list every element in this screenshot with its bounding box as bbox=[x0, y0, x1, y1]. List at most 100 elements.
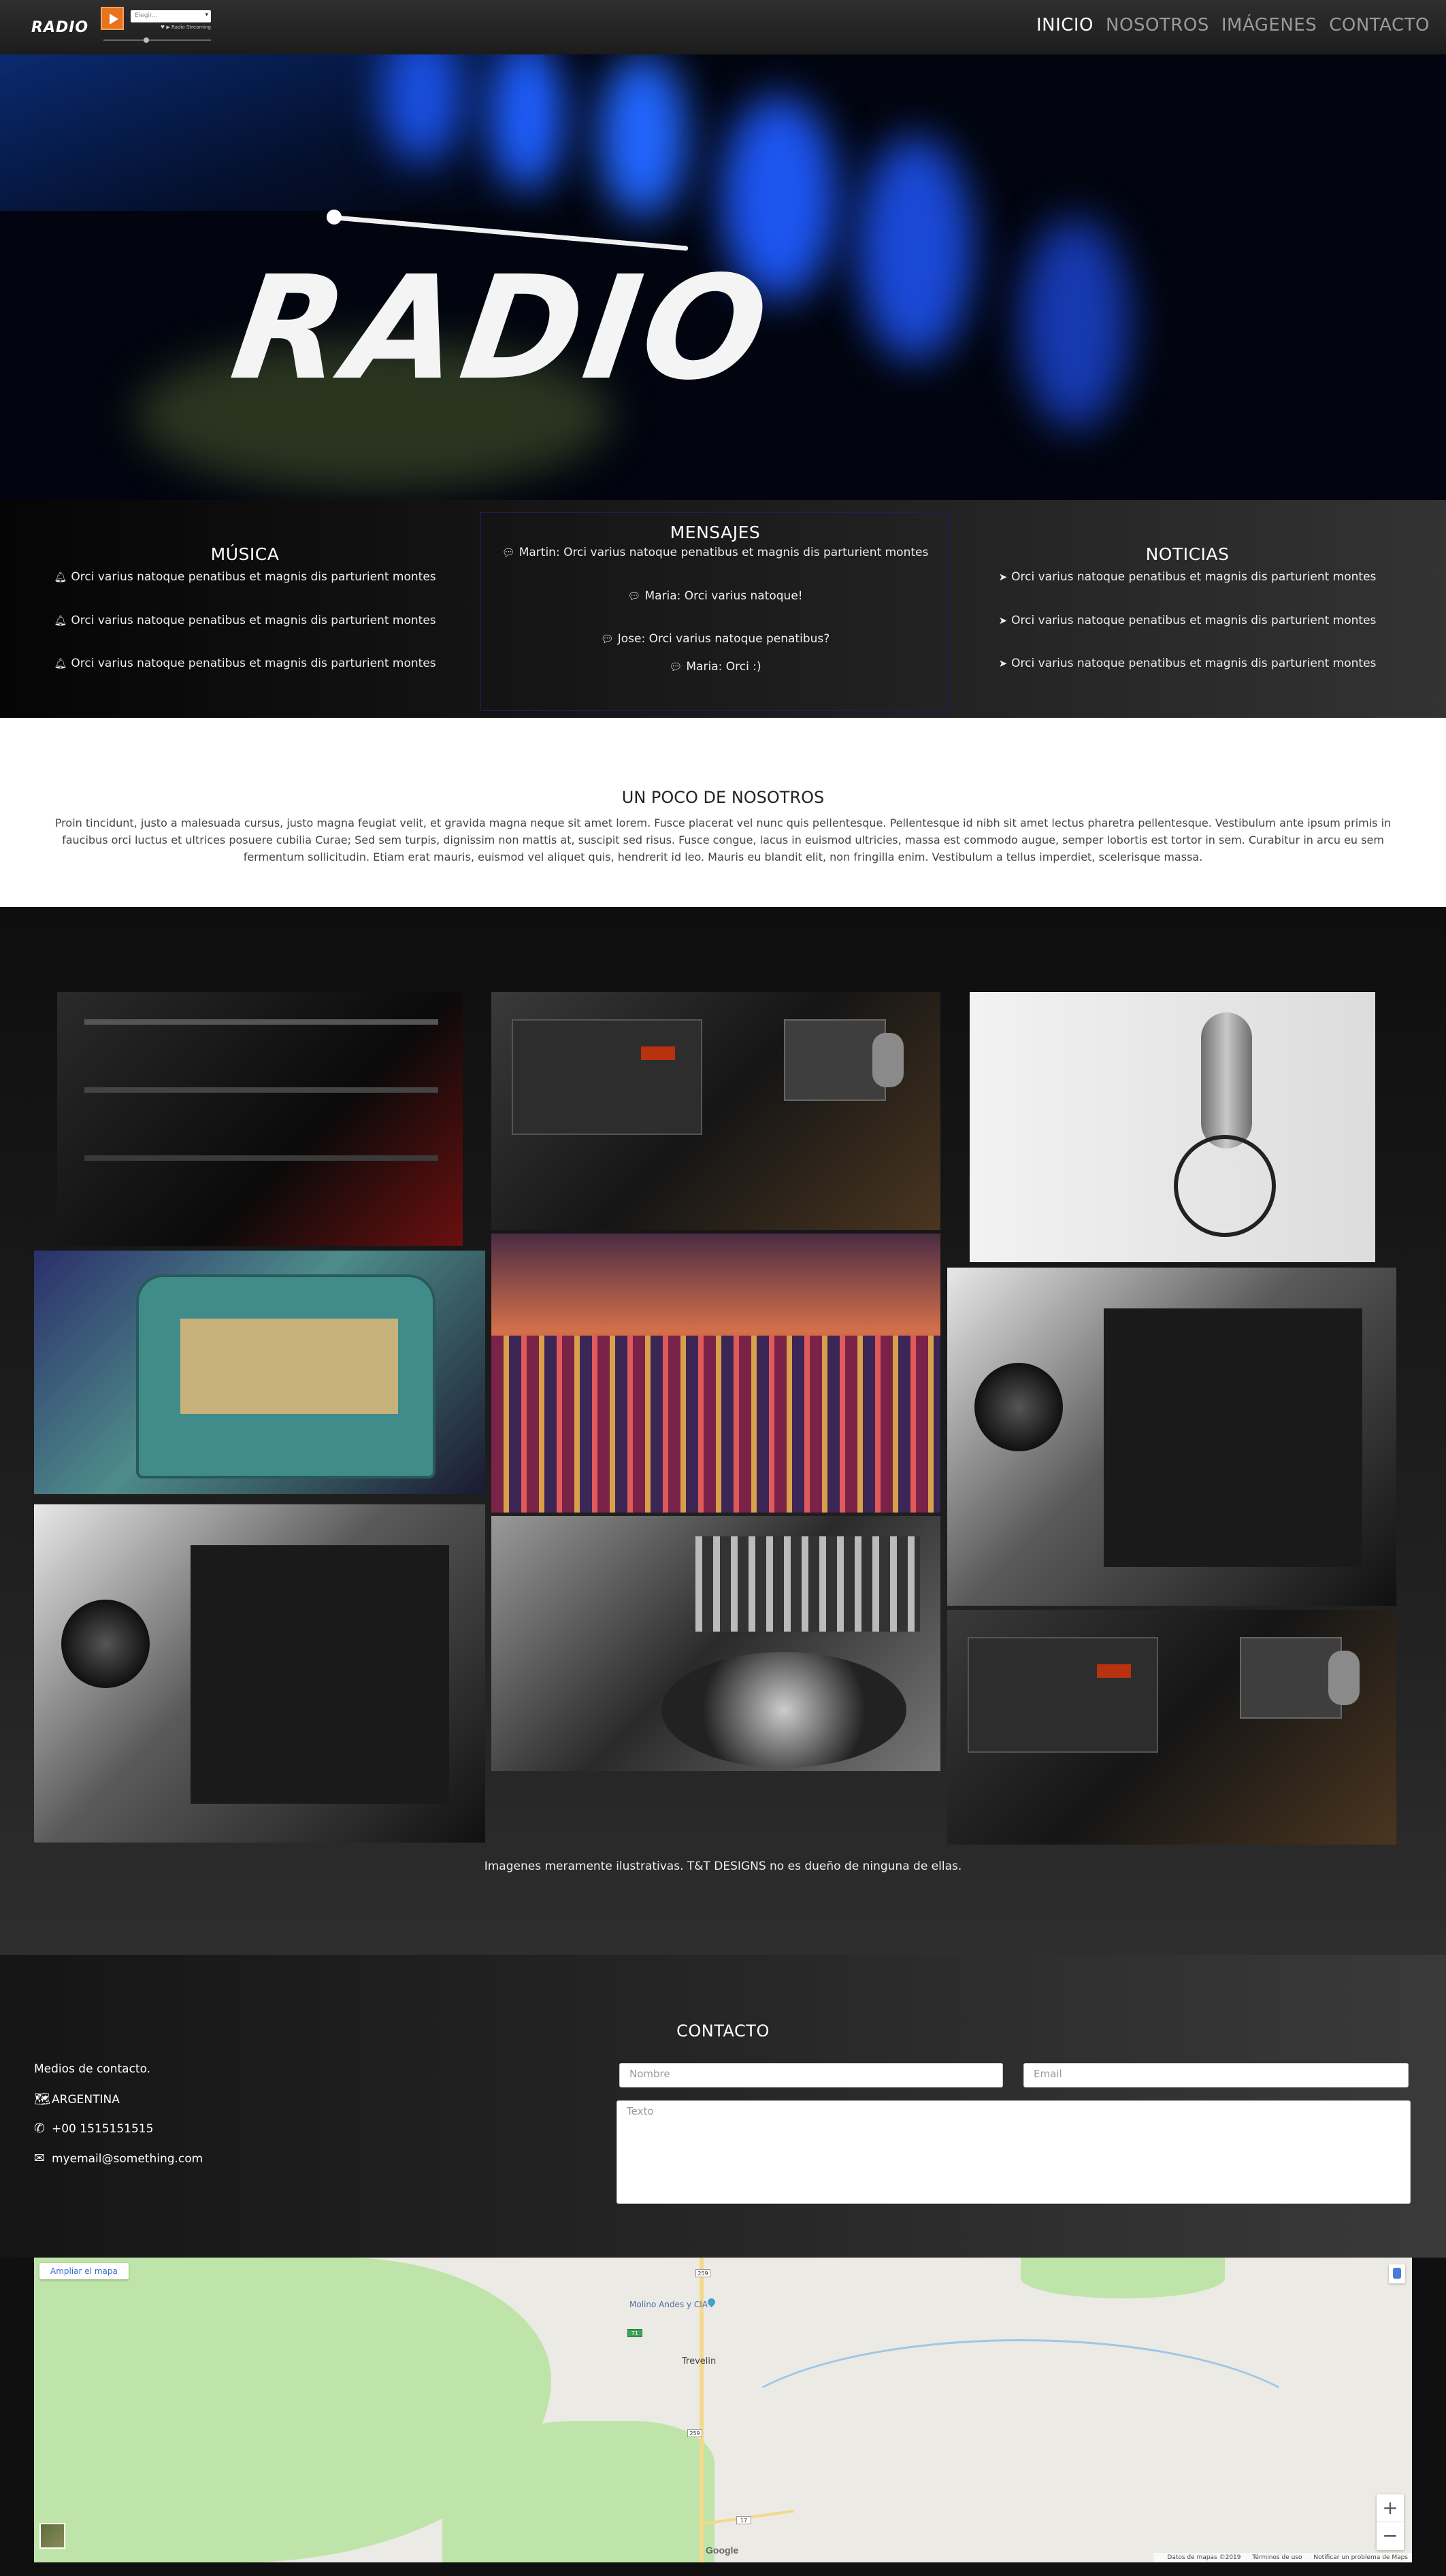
contact-email-text[interactable]: myemail@something.com bbox=[52, 2152, 203, 2166]
station-select-placeholder: Elegir... bbox=[135, 12, 158, 19]
mensajes-title: MENSAJES bbox=[670, 523, 761, 542]
gallery-photo-studio-radio[interactable] bbox=[491, 992, 940, 1230]
nav-link-imagenes[interactable]: IMÁGENES bbox=[1221, 15, 1317, 35]
google-logo: Google bbox=[706, 2545, 739, 2556]
gallery-photo-microphone[interactable] bbox=[970, 992, 1375, 1262]
photo-detail bbox=[641, 1046, 675, 1060]
gallery-photo-studio-radio[interactable] bbox=[947, 1610, 1396, 1845]
nombre-input[interactable]: Nombre bbox=[619, 2063, 1003, 2087]
gallery-photo-input-level[interactable] bbox=[947, 1268, 1396, 1606]
nav-link-contacto[interactable]: CONTACTO bbox=[1329, 15, 1430, 35]
mensajes-item: 💬︎ Jose: Orci varius natoque penatibus? bbox=[481, 632, 949, 646]
mensajes-item-text: Maria: Orci :) bbox=[686, 660, 761, 674]
photo-detail bbox=[191, 1545, 449, 1804]
dial-needle-pivot bbox=[327, 210, 342, 225]
photo-detail bbox=[84, 1155, 438, 1161]
envelope-icon: ✉ bbox=[34, 2151, 45, 2166]
site-logo[interactable]: RADIO bbox=[31, 19, 88, 36]
email-input[interactable]: Email bbox=[1023, 2063, 1409, 2087]
hero-light bbox=[599, 54, 687, 218]
map-terms-link[interactable]: Términos de uso bbox=[1252, 2554, 1302, 2561]
photo-detail bbox=[1097, 1664, 1131, 1678]
email-placeholder: Email bbox=[1034, 2068, 1062, 2080]
map-zoom-control: + − bbox=[1377, 2494, 1404, 2550]
photo-detail bbox=[1240, 1637, 1342, 1719]
zoom-out-button[interactable]: − bbox=[1377, 2522, 1404, 2550]
zoom-in-button[interactable]: + bbox=[1377, 2494, 1404, 2522]
map-route-shield: 259 bbox=[687, 2429, 702, 2437]
comment-icon: 💬︎ bbox=[600, 633, 614, 645]
map-river bbox=[714, 2339, 1327, 2543]
mensajes-column: MENSAJES 💬︎ Martin: Orci varius natoque p… bbox=[480, 512, 950, 711]
musica-item-text: Orci varius natoque penatibus et magnis … bbox=[71, 570, 436, 584]
musica-title: MÚSICA bbox=[210, 544, 280, 564]
gallery-photo-dj-turntable[interactable] bbox=[491, 1516, 940, 1771]
musica-item: 🔔︎ Orci varius natoque penatibus et magni… bbox=[0, 570, 490, 584]
texto-textarea[interactable]: Texto bbox=[617, 2100, 1411, 2204]
station-select[interactable]: Elegir... ▾ bbox=[131, 10, 211, 22]
noticias-title: NOTICIAS bbox=[1145, 544, 1230, 564]
photo-detail bbox=[968, 1637, 1158, 1753]
hero-dial-background bbox=[0, 54, 544, 211]
musica-item: 🔔︎ Orci varius natoque penatibus et magni… bbox=[0, 614, 490, 627]
gallery-photo-vintage-radio[interactable] bbox=[34, 1251, 485, 1494]
photo-detail bbox=[491, 1336, 940, 1513]
texto-placeholder: Texto bbox=[627, 2105, 654, 2117]
contact-location: 🗺︎ ARGENTINA bbox=[34, 2091, 120, 2107]
bell-icon: 🔔︎ bbox=[54, 657, 67, 670]
map-route-shield: 71 bbox=[627, 2329, 642, 2337]
map-route-shield: 259 bbox=[695, 2269, 710, 2277]
street-view-icon[interactable] bbox=[1389, 2264, 1405, 2283]
hero-banner: RADIO bbox=[0, 54, 1446, 500]
photo-detail bbox=[661, 1652, 906, 1768]
contact-medios: Medios de contacto. bbox=[34, 2062, 151, 2076]
mensajes-item: 💬︎ Maria: Orci :) bbox=[481, 660, 949, 674]
noticias-item: ➤ Orci varius natoque penatibus et magnis… bbox=[942, 657, 1432, 670]
contact-title: CONTACTO bbox=[676, 2021, 770, 2041]
comment-icon: 💬︎ bbox=[502, 546, 515, 559]
photo-detail bbox=[872, 1033, 904, 1087]
chevron-down-icon: ▾ bbox=[205, 12, 208, 18]
photo-detail bbox=[180, 1319, 398, 1414]
musica-item-text: Orci varius natoque penatibus et magnis … bbox=[71, 614, 436, 627]
musica-item-text: Orci varius natoque penatibus et magnis … bbox=[71, 657, 436, 670]
nav-link-nosotros[interactable]: NOSOTROS bbox=[1106, 15, 1209, 35]
mensajes-item-text: Martin: Orci varius natoque penatibus et… bbox=[519, 546, 929, 559]
map-park-area bbox=[442, 2421, 714, 2562]
gallery-section: Imagenes meramente ilustrativas. T&T DES… bbox=[0, 907, 1446, 1955]
map-route-shield: 17 bbox=[736, 2516, 751, 2524]
paper-plane-icon: ➤ bbox=[998, 614, 1008, 627]
photo-detail bbox=[1201, 1012, 1252, 1149]
paper-plane-icon: ➤ bbox=[998, 657, 1008, 670]
map-report-link[interactable]: Notificar un problema de Maps bbox=[1313, 2554, 1408, 2561]
photo-detail bbox=[84, 1087, 438, 1093]
noticias-item: ➤ Orci varius natoque penatibus et magnis… bbox=[942, 614, 1432, 627]
nav-link-inicio[interactable]: INICIO bbox=[1036, 15, 1094, 35]
photo-detail bbox=[1174, 1135, 1276, 1237]
photo-detail bbox=[695, 1536, 920, 1632]
hero-title: RADIO bbox=[223, 245, 781, 412]
hero-title-text: RADIO bbox=[223, 245, 781, 412]
nombre-placeholder: Nombre bbox=[629, 2068, 670, 2080]
google-map[interactable]: Molino Andes y CIA Trevelin 259 259 17 7… bbox=[34, 2258, 1412, 2562]
map-attribution: Datos de mapas ©2019 Términos de uso Not… bbox=[1153, 2553, 1412, 2562]
satellite-toggle[interactable] bbox=[39, 2523, 65, 2549]
expand-map-button[interactable]: Ampliar el mapa bbox=[39, 2263, 129, 2279]
mensajes-item-text: Maria: Orci varius natoque! bbox=[644, 589, 803, 603]
gallery-photo-mixer[interactable] bbox=[57, 992, 463, 1246]
navbar: RADIO Elegir... ▾ ♥ ▶ Radio Streaming IN… bbox=[0, 0, 1446, 54]
gallery-photo-input-level[interactable] bbox=[34, 1504, 485, 1843]
radio-player: Elegir... ▾ ♥ ▶ Radio Streaming bbox=[101, 7, 213, 45]
play-button[interactable] bbox=[101, 7, 124, 30]
mensajes-item: 💬︎ Martin: Orci varius natoque penatibus … bbox=[481, 546, 949, 559]
map-data-credit: Datos de mapas ©2019 bbox=[1167, 2554, 1241, 2561]
noticias-item-text: Orci varius natoque penatibus et magnis … bbox=[1011, 614, 1377, 627]
contact-email: ✉ myemail@something.com bbox=[34, 2151, 203, 2166]
comment-icon: 💬︎ bbox=[669, 661, 683, 673]
volume-slider-handle[interactable] bbox=[144, 37, 150, 43]
hero-light bbox=[490, 54, 565, 191]
volume-slider[interactable] bbox=[103, 39, 211, 41]
gallery-photo-records[interactable] bbox=[491, 1234, 940, 1513]
musica-item: 🔔︎ Orci varius natoque penatibus et magni… bbox=[0, 657, 490, 670]
photo-detail bbox=[1104, 1308, 1362, 1567]
